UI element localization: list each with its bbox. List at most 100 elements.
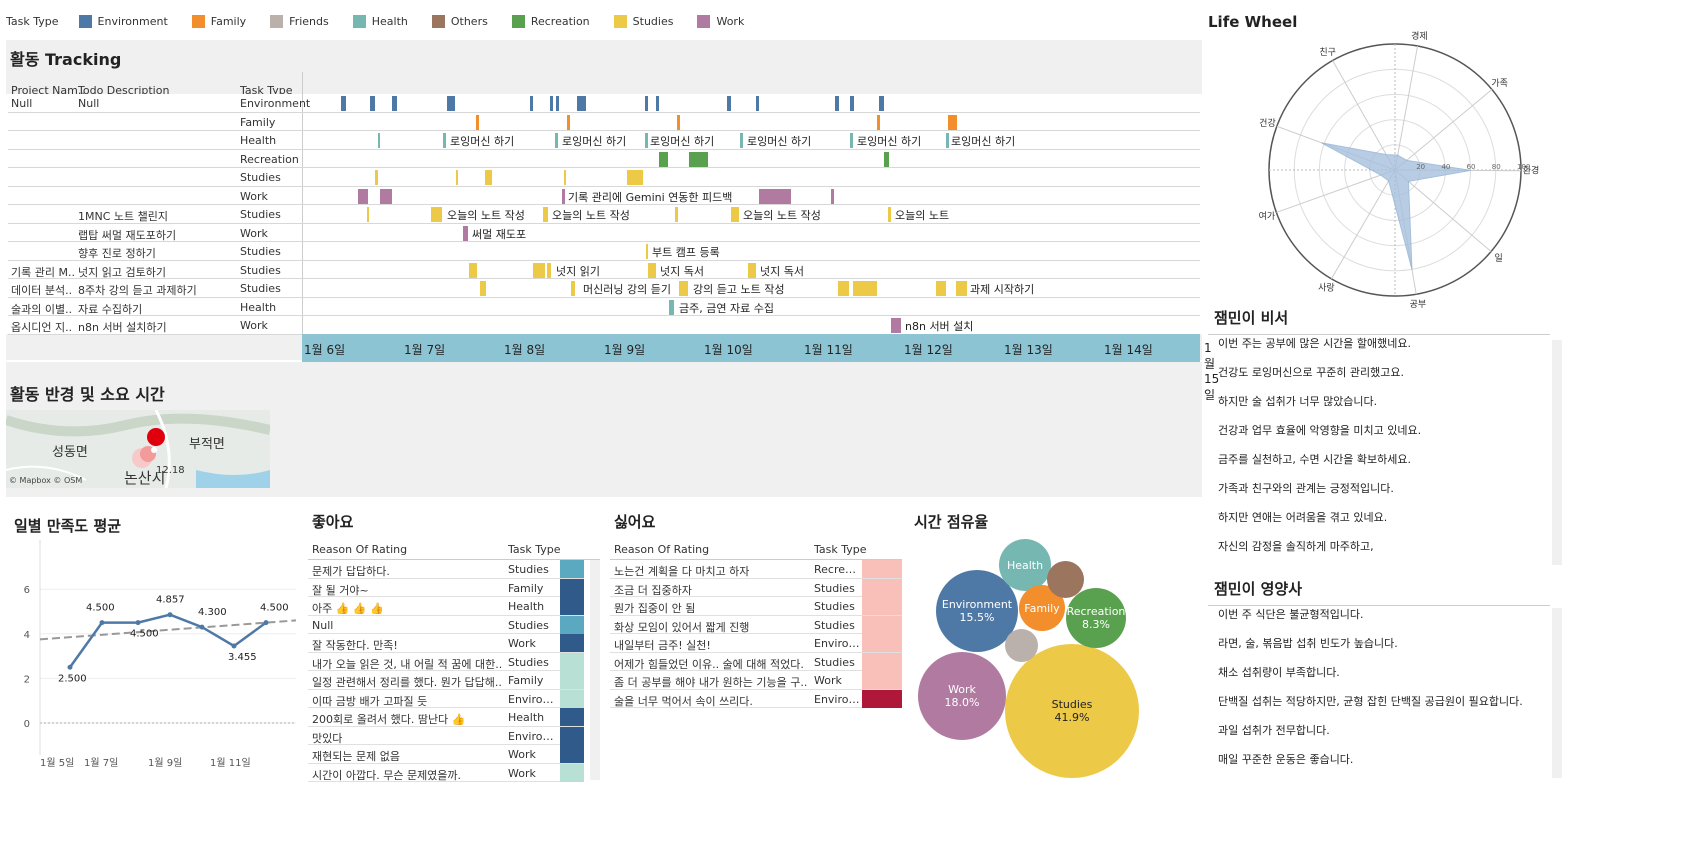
- gantt-bar-environment[interactable]: [645, 96, 648, 111]
- gantt-bar-work[interactable]: [358, 188, 368, 204]
- gantt-bar-environment[interactable]: [656, 96, 659, 111]
- table-row[interactable]: 노는건 계획을 다 마치고 하자 Recreati..: [610, 560, 902, 579]
- gantt-bar-recreation[interactable]: [689, 151, 708, 167]
- gantt-bar-health[interactable]: [946, 133, 949, 148]
- gantt-bar-environment[interactable]: [550, 96, 553, 111]
- gantt-bar-health[interactable]: [443, 133, 446, 148]
- gantt-bar-work[interactable]: [759, 188, 791, 204]
- gantt-bar-work[interactable]: [463, 225, 468, 241]
- bubble-studies[interactable]: Studies 41.9%: [1005, 644, 1139, 778]
- legend-item-others[interactable]: Others: [431, 14, 488, 28]
- bubble-work[interactable]: Work 18.0%: [918, 652, 1006, 740]
- likes-scrollbar[interactable]: [590, 560, 600, 780]
- gantt-bar-studies[interactable]: [456, 170, 458, 185]
- gantt-bar-family[interactable]: [476, 114, 479, 130]
- gantt-bar-health[interactable]: [378, 133, 380, 148]
- gantt-bar-family[interactable]: [677, 114, 680, 130]
- legend-item-recreation[interactable]: Recreation: [511, 14, 590, 28]
- legend-item-family[interactable]: Family: [191, 14, 246, 28]
- gantt-bar-studies[interactable]: [564, 170, 566, 185]
- gantt-bar-work[interactable]: [891, 318, 901, 333]
- secretary-scrollbar[interactable]: [1552, 340, 1562, 565]
- table-row[interactable]: 맛있다 Environm..: [308, 726, 584, 745]
- gantt-bar-work[interactable]: [380, 188, 392, 204]
- gantt-bar-environment[interactable]: [392, 96, 397, 111]
- table-row[interactable]: 200회로 올려서 했다. 땀난다 👍 Health: [308, 708, 584, 727]
- gantt-bar-environment[interactable]: [370, 96, 375, 111]
- legend-item-studies[interactable]: Studies: [613, 14, 673, 28]
- gantt-bar-studies[interactable]: [469, 262, 477, 278]
- gantt-bar-studies[interactable]: [543, 207, 548, 222]
- gantt-bar-recreation[interactable]: [884, 151, 889, 167]
- gantt-bar-health[interactable]: [669, 299, 674, 315]
- bubble-health[interactable]: Health: [999, 539, 1051, 591]
- gantt-bar-environment[interactable]: [447, 96, 455, 111]
- table-row[interactable]: 화상 모임이 있어서 짧게 진행 Studies: [610, 615, 902, 634]
- table-row[interactable]: 재현되는 문제 없음 Work: [308, 745, 584, 764]
- gantt-bar-studies[interactable]: [375, 170, 378, 185]
- gantt-bar-environment[interactable]: [850, 96, 854, 111]
- gantt-bar-family[interactable]: [567, 114, 570, 130]
- gantt-bar-studies[interactable]: [679, 281, 688, 296]
- gantt-bar-environment[interactable]: [341, 96, 346, 111]
- gantt-bar-studies[interactable]: [675, 207, 678, 222]
- gantt-bar-environment[interactable]: [577, 96, 586, 111]
- gantt-bar-family[interactable]: [877, 114, 880, 130]
- gantt-bar-environment[interactable]: [530, 96, 533, 111]
- gantt-bar-environment[interactable]: [556, 96, 559, 111]
- table-row[interactable]: 조금 더 집중하자 Studies: [610, 578, 902, 597]
- gantt-bar-family[interactable]: [948, 114, 957, 130]
- gantt-bar-studies[interactable]: [956, 281, 967, 296]
- gantt-bar-studies[interactable]: [838, 281, 849, 296]
- table-row[interactable]: 잘 될 거야~ Family: [308, 578, 584, 597]
- gantt-bar-studies[interactable]: [748, 262, 756, 278]
- table-row[interactable]: 내가 오늘 읽은 것, 내 어릴 적 꿈에 대한.. Studies: [308, 652, 584, 671]
- gantt-bar-studies[interactable]: [485, 170, 492, 185]
- gantt-bar-studies[interactable]: [431, 207, 442, 222]
- gantt-bar-studies[interactable]: [627, 170, 643, 185]
- gantt-bar-health[interactable]: [850, 133, 853, 148]
- legend-item-friends[interactable]: Friends: [270, 14, 329, 28]
- legend-item-health[interactable]: Health: [352, 14, 408, 28]
- gantt-bar-studies[interactable]: [648, 262, 656, 278]
- gantt-bar-studies[interactable]: [547, 262, 551, 278]
- table-row[interactable]: 일정 관련해서 정리를 했다. 뭔가 답답해.. Family: [308, 671, 584, 690]
- table-row[interactable]: 시간이 아깝다. 무슨 문제였을까. Work: [308, 763, 584, 782]
- gantt-bar-studies[interactable]: [646, 244, 648, 259]
- gantt-bar-health[interactable]: [740, 133, 743, 148]
- bubble-other[interactable]: [1047, 561, 1084, 598]
- gantt-bar-studies[interactable]: [936, 281, 946, 296]
- table-row[interactable]: 뭔가 집중이 안 됨 Studies: [610, 597, 902, 616]
- table-row[interactable]: 이따 금방 배가 고파질 듯 Environm..: [308, 689, 584, 708]
- gantt-bar-environment[interactable]: [727, 96, 731, 111]
- table-row[interactable]: 술을 너무 먹어서 속이 쓰리다. Environ..: [610, 689, 902, 708]
- gantt-bar-studies[interactable]: [853, 281, 877, 296]
- legend-item-work[interactable]: Work: [697, 14, 744, 28]
- map-view[interactable]: 성동면 부적면 논산시 12.18 © Mapbox © OSM: [6, 410, 270, 488]
- bubble-recreation[interactable]: Recreation 8.3%: [1066, 588, 1126, 648]
- gantt-bar-environment[interactable]: [835, 96, 839, 111]
- gantt-bar-studies[interactable]: [731, 207, 739, 222]
- gantt-bar-studies[interactable]: [533, 262, 545, 278]
- gantt-bar-environment[interactable]: [756, 96, 759, 111]
- table-row[interactable]: 문제가 답답하다. Studies: [308, 560, 584, 579]
- legend-item-environment[interactable]: Environment: [78, 14, 168, 28]
- table-row[interactable]: 잘 작동한다. 만족! Work: [308, 634, 584, 653]
- nutritionist-scrollbar[interactable]: [1552, 608, 1562, 778]
- gantt-bar-recreation[interactable]: [659, 151, 668, 167]
- gantt-bar-studies[interactable]: [480, 281, 486, 296]
- gantt-bar-work[interactable]: [562, 188, 565, 204]
- table-row[interactable]: 내일부터 금주! 실천! Environ..: [610, 634, 902, 653]
- table-row[interactable]: 아주 👍 👍 👍 Health: [308, 597, 584, 616]
- gantt-bar-health[interactable]: [555, 133, 558, 148]
- table-row[interactable]: 좀 더 공부를 해야 내가 원하는 기능을 구.. Work: [610, 671, 902, 690]
- table-row[interactable]: Null Studies: [308, 615, 584, 634]
- table-row[interactable]: 어제가 힘들었던 이유.. 술에 대해 적었다. Studies: [610, 652, 902, 671]
- bubble-other[interactable]: [1005, 629, 1038, 662]
- gantt-bar-work[interactable]: [831, 188, 834, 204]
- gantt-bar-environment[interactable]: [879, 96, 884, 111]
- gantt-bar-studies[interactable]: [888, 207, 891, 222]
- gantt-bar-studies[interactable]: [367, 207, 369, 222]
- gantt-bar-health[interactable]: [645, 133, 648, 148]
- gantt-bar-studies[interactable]: [571, 281, 575, 296]
